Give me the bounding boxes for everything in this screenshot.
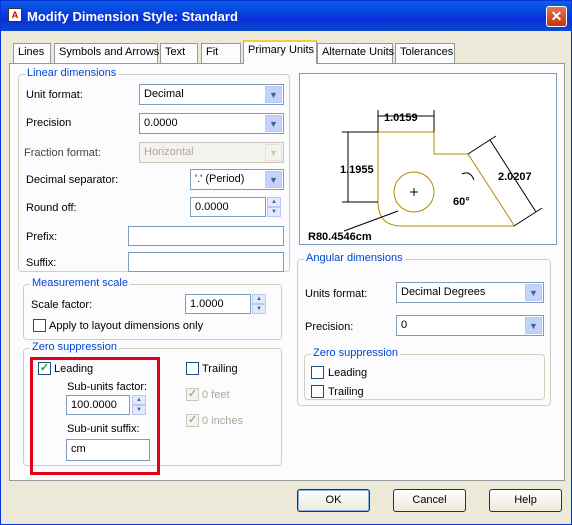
angular-units-format-label: Units format:: [305, 288, 368, 300]
spin-up-icon[interactable]: ▲: [252, 294, 266, 304]
window-title: Modify Dimension Style: Standard: [27, 9, 238, 24]
tab-symbols-and-arrows[interactable]: Symbols and Arrows: [54, 43, 159, 63]
scale-factor-input[interactable]: 1.0000: [185, 294, 251, 314]
measurement-scale-legend: Measurement scale: [30, 277, 130, 289]
suffix-input[interactable]: [128, 252, 284, 272]
highlight-box: [30, 357, 160, 475]
linear-dimensions-legend: Linear dimensions: [25, 67, 119, 79]
chevron-down-icon[interactable]: ▼: [265, 115, 282, 132]
decimal-separator-label: Decimal separator:: [26, 174, 119, 186]
app-icon: A: [8, 8, 22, 22]
zero-inches-label: 0 inches: [202, 415, 243, 427]
scale-factor-value: 1.0000: [190, 298, 224, 310]
chevron-down-icon[interactable]: ▼: [265, 144, 282, 161]
scale-factor-spinner[interactable]: ▲ ▼: [252, 294, 266, 314]
precision-select[interactable]: 0.0000 ▼: [139, 113, 284, 134]
decimal-separator-select[interactable]: '.' (Period) ▼: [190, 169, 284, 190]
chevron-down-icon[interactable]: ▼: [265, 171, 282, 188]
angular-zero-suppression-legend: Zero suppression: [311, 347, 400, 359]
angular-precision-value: 0: [401, 319, 408, 331]
zero-inches-checkbox[interactable]: ✓: [186, 414, 199, 427]
preview-drawing: 1.0159 1.1955 2.0207 60° R80.4546cm: [308, 110, 543, 243]
chevron-down-icon[interactable]: ▼: [525, 317, 542, 334]
cancel-button[interactable]: Cancel: [393, 489, 466, 512]
dim-radius-text: R80.4546cm: [308, 231, 372, 243]
fraction-format-select[interactable]: Horizontal ▼: [139, 142, 284, 163]
dimension-preview: 1.0159 1.1955 2.0207 60° R80.4546cm: [299, 73, 557, 245]
tab-alternate-units[interactable]: Alternate Units: [317, 43, 394, 63]
precision-value: 0.0000: [144, 117, 178, 129]
dim-angle-text: 60°: [453, 196, 470, 208]
tab-tolerances[interactable]: Tolerances: [395, 43, 455, 63]
round-off-value: 0.0000: [195, 201, 229, 213]
fraction-format-value: Horizontal: [144, 146, 194, 158]
spin-down-icon[interactable]: ▼: [252, 304, 266, 314]
spin-down-icon[interactable]: ▼: [267, 207, 281, 217]
angular-precision-label: Precision:: [305, 321, 354, 333]
tab-primary-units[interactable]: Primary Units: [243, 40, 317, 64]
tab-lines[interactable]: Lines: [13, 43, 51, 63]
help-button[interactable]: Help: [489, 489, 562, 512]
angular-units-format-select[interactable]: Decimal Degrees ▼: [396, 282, 544, 303]
suffix-label: Suffix:: [26, 257, 57, 269]
decimal-separator-value: '.' (Period): [195, 173, 245, 185]
angular-units-format-value: Decimal Degrees: [401, 286, 486, 298]
trailing-label: Trailing: [202, 363, 238, 375]
title-bar[interactable]: A Modify Dimension Style: Standard ✕: [1, 1, 571, 31]
apply-layout-checkbox[interactable]: [33, 319, 46, 332]
apply-layout-label: Apply to layout dimensions only: [49, 320, 204, 332]
precision-label: Precision: [26, 117, 72, 129]
dim-right-text: 2.0207: [498, 171, 532, 183]
trailing-checkbox[interactable]: [186, 362, 199, 375]
angular-precision-select[interactable]: 0 ▼: [396, 315, 544, 336]
close-button[interactable]: ✕: [546, 6, 567, 27]
spin-up-icon[interactable]: ▲: [267, 197, 281, 207]
zero-feet-checkbox[interactable]: ✓: [186, 388, 199, 401]
zero-suppression-legend: Zero suppression: [30, 341, 119, 353]
unit-format-value: Decimal: [144, 88, 184, 100]
round-off-input[interactable]: 0.0000: [190, 197, 266, 217]
prefix-input[interactable]: [128, 226, 284, 246]
tab-text[interactable]: Text: [160, 43, 198, 63]
chevron-down-icon[interactable]: ▼: [265, 86, 282, 103]
angular-trailing-label: Trailing: [328, 386, 364, 398]
unit-format-label: Unit format:: [26, 89, 83, 101]
modify-dimension-style-dialog: A Modify Dimension Style: Standard ✕ Lin…: [0, 0, 572, 525]
dim-left-text: 1.1955: [340, 164, 374, 176]
angular-leading-checkbox[interactable]: [311, 366, 324, 379]
angular-dimensions-legend: Angular dimensions: [304, 252, 405, 264]
zero-feet-label: 0 feet: [202, 389, 230, 401]
round-off-label: Round off:: [26, 202, 77, 214]
fraction-format-label: Fraction format:: [24, 147, 102, 159]
ok-button[interactable]: OK: [297, 489, 370, 512]
angular-leading-label: Leading: [328, 367, 368, 379]
chevron-down-icon[interactable]: ▼: [525, 284, 542, 301]
angular-trailing-checkbox[interactable]: [311, 385, 324, 398]
scale-factor-label: Scale factor:: [31, 299, 93, 311]
unit-format-select[interactable]: Decimal ▼: [139, 84, 284, 105]
dim-top-text: 1.0159: [384, 112, 418, 124]
round-off-spinner[interactable]: ▲ ▼: [267, 197, 281, 217]
tab-fit[interactable]: Fit: [201, 43, 241, 63]
prefix-label: Prefix:: [26, 231, 58, 243]
